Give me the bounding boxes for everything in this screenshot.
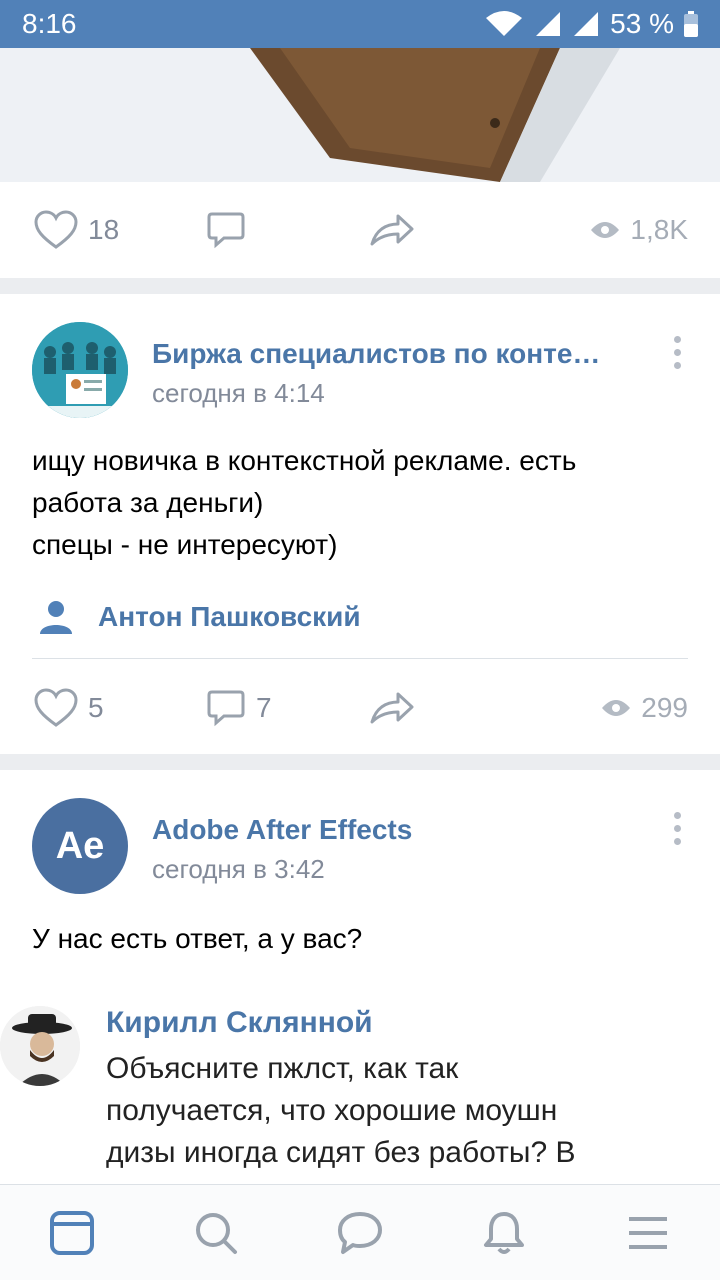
comment-author-name[interactable]: Кирилл Склянной: [106, 1006, 373, 1040]
tab-news[interactable]: [42, 1203, 102, 1263]
post-photo[interactable]: [0, 48, 720, 182]
bell-icon: [484, 1211, 524, 1254]
post2-text-line-1: ищу новичка в контекстной рекламе. есть: [32, 445, 577, 476]
tab-menu[interactable]: [618, 1203, 678, 1263]
comment-text-line-2: получается, что хорошие моушн: [106, 1094, 558, 1127]
tab-search[interactable]: [186, 1203, 246, 1263]
eye-icon: [602, 700, 631, 716]
post1-views: 1,8K: [590, 214, 688, 246]
battery-percent: 53 %: [610, 8, 674, 39]
post2-views: 299: [601, 692, 688, 724]
post3-author[interactable]: Adobe After Effects: [152, 814, 412, 846]
post1-actions-card: 18 1,8K: [0, 182, 720, 278]
comment-icon: [207, 212, 245, 249]
share-icon: [370, 692, 414, 724]
post2-comments-count: 7: [256, 692, 272, 723]
comment-icon: [207, 690, 245, 727]
post2-author[interactable]: Биржа специалистов по конте…: [152, 338, 600, 370]
status-time: 8:16: [22, 8, 77, 39]
comment-text-line-3: дизы иногда сидят без работы? В: [106, 1136, 576, 1169]
message-icon: [338, 1211, 382, 1254]
post3-card: Ae Adobe After Effects сегодня в 3:42 У …: [0, 770, 720, 1184]
heart-icon: [34, 210, 78, 249]
post2-text: ищу новичка в контекстной рекламе. есть …: [32, 440, 688, 566]
bottom-tab-bar: [0, 1184, 720, 1280]
post2-text-line-3: спецы - не интересуют): [32, 529, 338, 560]
battery-icon: [684, 11, 698, 37]
wifi-icon: [486, 11, 523, 36]
post2-share-button[interactable]: [368, 688, 416, 728]
post1-like-button[interactable]: 18: [34, 210, 119, 250]
post2-time: сегодня в 4:14: [152, 378, 325, 408]
post2-divider: [32, 658, 688, 659]
tab-notifications[interactable]: [474, 1203, 534, 1263]
post2-comment-button[interactable]: 7: [206, 688, 272, 728]
comment-author-avatar[interactable]: [0, 1006, 80, 1086]
heart-icon: [34, 688, 78, 727]
post1-comment-button[interactable]: [206, 210, 246, 250]
search-icon: [196, 1212, 237, 1254]
post2-avatar[interactable]: [32, 322, 128, 418]
signal-icon-2: [574, 12, 599, 36]
post3-avatar[interactable]: Ae: [32, 798, 128, 894]
post3-time: сегодня в 3:42: [152, 854, 325, 884]
post2-likes-count: 5: [88, 692, 104, 723]
signal-icon: [536, 12, 561, 36]
post2-signer-name: Антон Пашковский: [98, 601, 361, 632]
eye-icon: [591, 222, 620, 238]
post2-signer[interactable]: Антон Пашковский: [38, 600, 361, 634]
post1-actions: 18 1,8K: [0, 182, 720, 278]
status-bar: 8:16 53 %: [0, 0, 720, 48]
post1-likes-count: 18: [88, 214, 120, 245]
post2-more-menu[interactable]: [674, 336, 682, 369]
post3-avatar-text: Ae: [55, 824, 105, 867]
post3-text: У нас есть ответ, а у вас?: [32, 923, 363, 954]
comment-text-line-1: Объясните пжлст, как так: [106, 1052, 459, 1085]
menu-icon: [629, 1216, 667, 1249]
post2-views-count: 299: [641, 692, 688, 723]
post2-text-line-2: работа за деньги): [32, 487, 264, 518]
tab-messages[interactable]: [330, 1203, 390, 1263]
post3-more-menu[interactable]: [674, 812, 682, 845]
post1-views-count: 1,8K: [630, 214, 688, 245]
post2-actions: 5 7 299: [0, 660, 720, 756]
post2-like-button[interactable]: 5: [34, 688, 104, 728]
user-icon: [40, 601, 72, 634]
post2-card: Биржа специалистов по конте… сегодня в 4…: [0, 294, 720, 754]
news-feed-icon: [50, 1210, 94, 1255]
share-icon: [370, 214, 414, 246]
comment-text: Объясните пжлст, как так получается, что…: [106, 1048, 666, 1174]
post1-share-button[interactable]: [368, 210, 416, 250]
